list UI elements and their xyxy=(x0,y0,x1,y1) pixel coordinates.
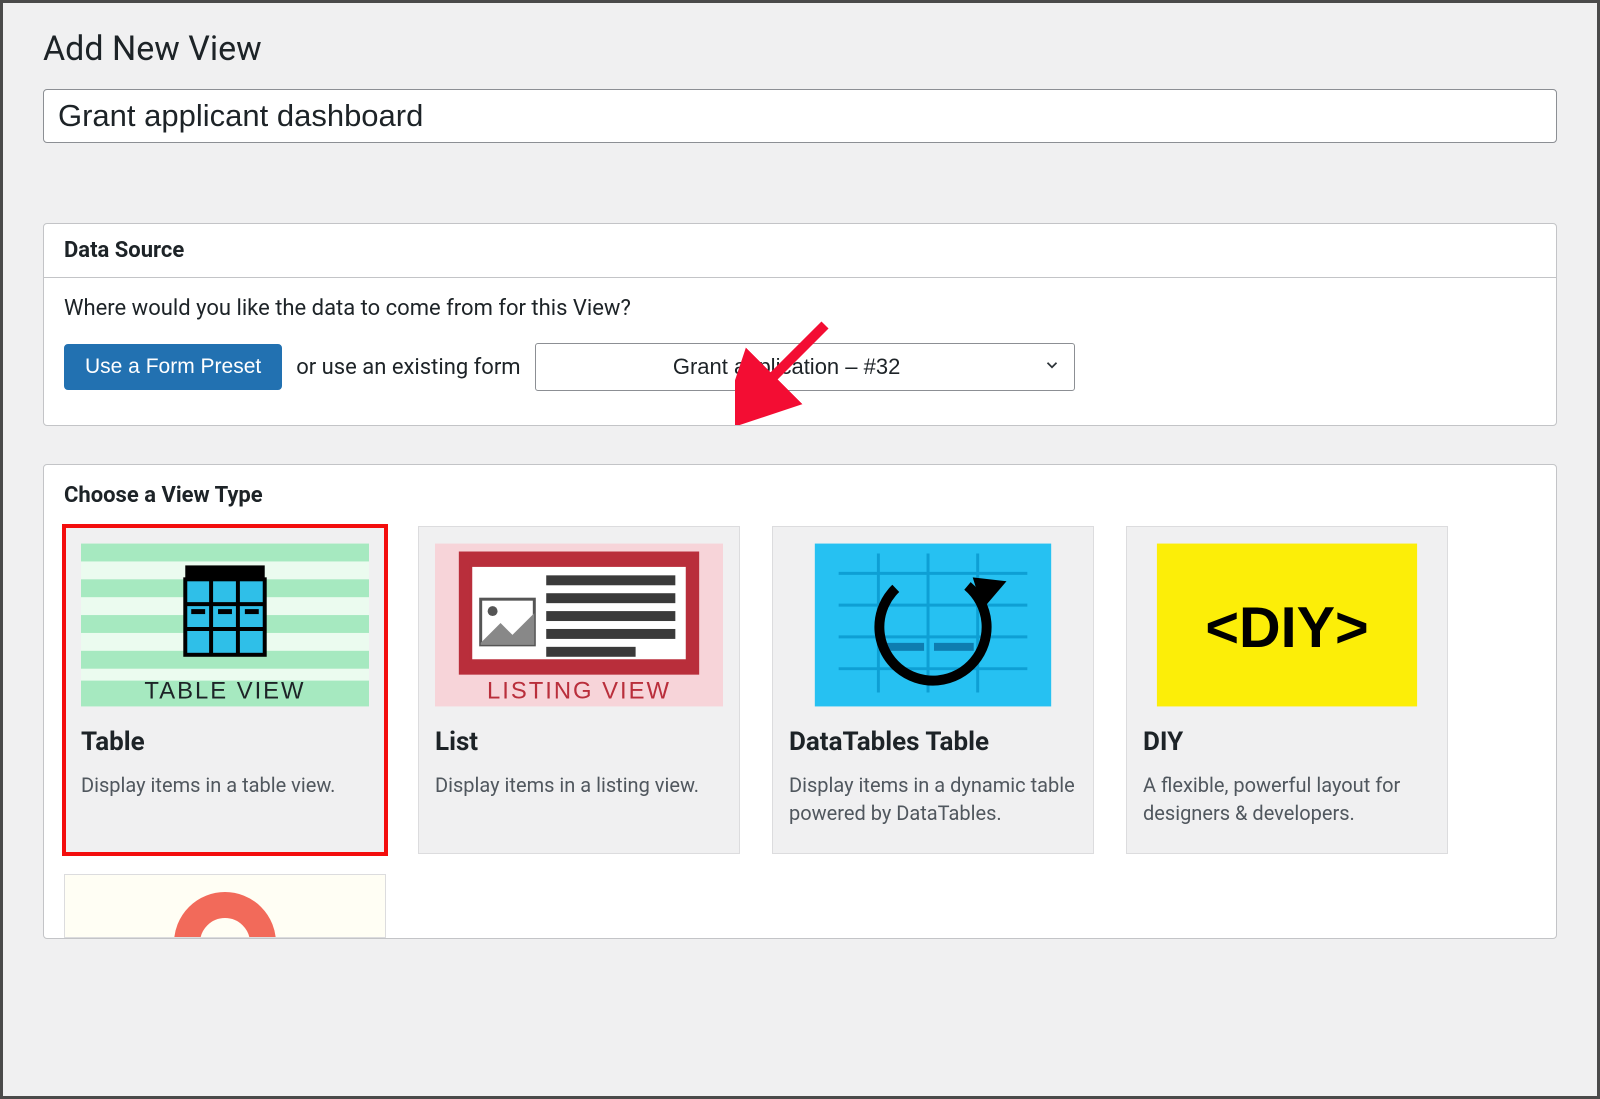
use-form-preset-button[interactable]: Use a Form Preset xyxy=(64,344,282,390)
card-desc: Display items in a table view. xyxy=(81,771,369,799)
view-type-header: Choose a View Type xyxy=(44,465,1556,526)
existing-form-select[interactable]: Grant application – #32 xyxy=(535,343,1075,391)
card-title: Table xyxy=(81,727,369,757)
view-type-thumb-diy: <DIY> xyxy=(1143,543,1431,707)
view-type-thumb-list: LISTING VIEW xyxy=(435,543,723,707)
svg-text:LISTING VIEW: LISTING VIEW xyxy=(487,677,671,704)
card-desc: Display items in a dynamic table powered… xyxy=(789,771,1077,827)
svg-text:<DIY>: <DIY> xyxy=(1205,596,1368,660)
data-source-panel: Data Source Where would you like the dat… xyxy=(43,223,1557,426)
view-type-card-diy[interactable]: <DIY> DIY A flexible, powerful layout fo… xyxy=(1126,526,1448,854)
view-name-input[interactable] xyxy=(43,89,1557,143)
card-desc: A flexible, powerful layout for designer… xyxy=(1143,771,1431,827)
view-type-card-map-partial[interactable] xyxy=(64,874,386,938)
data-source-prompt: Where would you like the data to come fr… xyxy=(64,296,1536,321)
card-title: DataTables Table xyxy=(789,727,1077,757)
card-desc: Display items in a listing view. xyxy=(435,771,723,799)
view-type-card-table[interactable]: TABLE VIEW Table Display items in a tabl… xyxy=(64,526,386,854)
view-type-thumb-datatables xyxy=(789,543,1077,707)
page-title: Add New View xyxy=(43,29,1557,69)
view-type-panel: Choose a View Type xyxy=(43,464,1557,939)
card-title: List xyxy=(435,727,723,757)
card-title: DIY xyxy=(1143,727,1431,757)
view-type-card-list[interactable]: LISTING VIEW List Display items in a lis… xyxy=(418,526,740,854)
svg-text:TABLE VIEW: TABLE VIEW xyxy=(144,677,305,704)
view-type-thumb-table: TABLE VIEW xyxy=(81,543,369,707)
or-use-existing-label: or use an existing form xyxy=(296,355,520,380)
view-type-card-datatables[interactable]: DataTables Table Display items in a dyna… xyxy=(772,526,1094,854)
data-source-header: Data Source xyxy=(44,224,1556,278)
